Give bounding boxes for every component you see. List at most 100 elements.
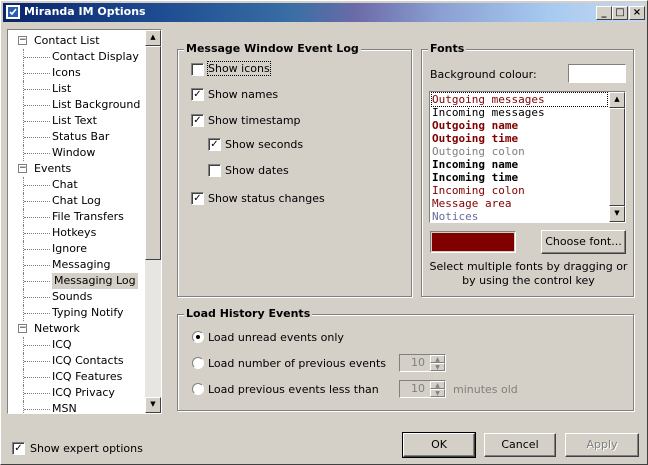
tree-item-chat[interactable]: Chat <box>52 177 78 193</box>
tree-item-ignore[interactable]: Ignore <box>52 241 87 257</box>
tree-item-events[interactable]: Events <box>34 161 71 177</box>
show-names-label[interactable]: Show names <box>208 88 278 101</box>
font-item-incoming-time[interactable]: Incoming time <box>432 171 518 184</box>
tree-connector-branch <box>24 153 50 154</box>
show-names-checkbox[interactable]: ✓ <box>191 88 204 101</box>
show-seconds-label[interactable]: Show seconds <box>225 138 303 151</box>
tree-item-list-text[interactable]: List Text <box>52 113 97 129</box>
ok-button[interactable]: OK <box>402 432 476 458</box>
tree-connector-branch <box>24 185 50 186</box>
tree-item-window[interactable]: Window <box>52 145 95 161</box>
minutes-spin-up-icon[interactable]: ▲ <box>430 381 445 389</box>
cancel-button[interactable]: Cancel <box>484 433 556 457</box>
apply-button[interactable]: Apply <box>565 433 639 457</box>
maximize-button[interactable]: □ <box>612 6 628 20</box>
tree-connector-branch <box>24 233 50 234</box>
tree-item-status-bar[interactable]: Status Bar <box>52 129 109 145</box>
font-item-message-area[interactable]: Message area <box>432 197 511 210</box>
tree-item-contact-display[interactable]: Contact Display <box>52 49 139 65</box>
tree-item-typing-notify[interactable]: Typing Notify <box>52 305 124 321</box>
show-status-changes-label[interactable]: Show status changes <box>208 192 325 205</box>
font-item-outgoing-messages[interactable]: Outgoing messages <box>431 92 608 107</box>
load-unread-radio[interactable] <box>192 331 204 343</box>
minutes-spinner[interactable]: 10 ▲ ▼ <box>399 380 446 398</box>
radio-selected-dot <box>196 335 200 339</box>
tree-item-icq-features[interactable]: ICQ Features <box>52 369 122 385</box>
scroll-up-arrow-icon[interactable]: ▲ <box>145 30 161 46</box>
tree-connector-branch <box>24 217 50 218</box>
font-scroll-down-arrow-icon[interactable]: ▼ <box>609 206 625 222</box>
fonts-title: Fonts <box>428 42 467 55</box>
tree-item-hotkeys[interactable]: Hotkeys <box>52 225 96 241</box>
tree-collapse-icon[interactable]: − <box>18 164 27 173</box>
show-timestamp-checkbox[interactable]: ✓ <box>191 114 204 127</box>
tree-item-file-transfers[interactable]: File Transfers <box>52 209 124 225</box>
tree-connector-branch <box>24 361 50 362</box>
tree-connector-branch <box>24 297 50 298</box>
tree-item-icq[interactable]: ICQ <box>52 337 72 353</box>
font-colour-swatch[interactable] <box>430 231 516 253</box>
minutes-spinner-arrows[interactable]: ▲ ▼ <box>430 381 445 397</box>
tree-connector-branch <box>24 377 50 378</box>
font-item-outgoing-name[interactable]: Outgoing name <box>432 119 518 132</box>
show-icons-checkbox[interactable] <box>191 63 204 76</box>
event-count-value: 10 <box>411 356 425 369</box>
load-unread-label[interactable]: Load unread events only <box>208 331 344 344</box>
tree-collapse-icon[interactable]: − <box>18 324 27 333</box>
spin-down-icon[interactable]: ▼ <box>430 363 445 371</box>
title-bar[interactable]: Miranda IM Options _ □ × <box>3 3 645 22</box>
show-status-changes-checkbox[interactable]: ✓ <box>191 192 204 205</box>
tree-connector-branch <box>24 121 50 122</box>
font-scroll-up-arrow-icon[interactable]: ▲ <box>609 92 625 108</box>
tree-item-list-background[interactable]: List Background <box>52 97 140 113</box>
font-item-outgoing-time[interactable]: Outgoing time <box>432 132 518 145</box>
font-item-notices[interactable]: Notices <box>432 210 478 222</box>
tree-item-messaging[interactable]: Messaging <box>52 257 110 273</box>
background-colour-button[interactable] <box>568 64 626 83</box>
options-window: Miranda IM Options _ □ × − Contact List Co… <box>0 0 648 465</box>
tree-item-icons[interactable]: Icons <box>52 65 81 81</box>
minimize-button[interactable]: _ <box>596 6 612 20</box>
load-number-radio[interactable] <box>192 357 204 369</box>
close-button[interactable]: × <box>629 6 645 20</box>
load-number-label[interactable]: Load number of previous events <box>208 357 386 370</box>
event-count-spinner[interactable]: 10 ▲ ▼ <box>399 354 446 372</box>
tree-item-list[interactable]: List <box>52 81 71 97</box>
scroll-thumb[interactable] <box>145 46 161 260</box>
tree-connector-branch <box>24 57 50 58</box>
tree-item-icq-privacy[interactable]: ICQ Privacy <box>52 385 115 401</box>
tree-collapse-icon[interactable]: − <box>18 36 27 45</box>
font-list-scrollbar[interactable]: ▲ ▼ <box>609 92 625 222</box>
font-item-incoming-name[interactable]: Incoming name <box>432 158 518 171</box>
tree-connector-branch <box>24 313 50 314</box>
show-expert-options-checkbox[interactable]: ✓ <box>12 442 25 455</box>
spinner-arrows[interactable]: ▲ ▼ <box>430 355 445 371</box>
show-seconds-checkbox[interactable]: ✓ <box>208 138 221 151</box>
tree-item-messaging-log[interactable]: Messaging Log <box>52 273 138 289</box>
show-expert-options-label[interactable]: Show expert options <box>30 442 143 455</box>
show-timestamp-label[interactable]: Show timestamp <box>208 114 301 127</box>
tree-item-msn[interactable]: MSN <box>52 401 77 413</box>
choose-font-button[interactable]: Choose font... <box>541 230 626 254</box>
font-scroll-thumb[interactable] <box>609 108 625 206</box>
tree-item-sounds[interactable]: Sounds <box>52 289 92 305</box>
spin-up-icon[interactable]: ▲ <box>430 355 445 363</box>
show-dates-label[interactable]: Show dates <box>225 164 289 177</box>
scroll-down-arrow-icon[interactable]: ▼ <box>145 397 161 413</box>
fonts-hint: Select multiple fonts by dragging or by … <box>429 260 628 287</box>
font-item-incoming-messages[interactable]: Incoming messages <box>432 106 545 119</box>
minutes-spin-down-icon[interactable]: ▼ <box>430 389 445 397</box>
options-tree[interactable]: − Contact List Contact Display Icons List Lis… <box>7 29 162 414</box>
font-item-outgoing-colon[interactable]: Outgoing colon <box>432 145 525 158</box>
tree-item-contact-list[interactable]: Contact List <box>34 33 100 49</box>
tree-item-chat-log[interactable]: Chat Log <box>52 193 101 209</box>
load-time-label[interactable]: Load previous events less than <box>208 383 379 396</box>
load-time-radio[interactable] <box>192 383 204 395</box>
tree-scrollbar[interactable]: ▲ ▼ <box>145 30 161 413</box>
show-icons-label[interactable]: Show icons <box>207 61 271 76</box>
tree-item-icq-contacts[interactable]: ICQ Contacts <box>52 353 124 369</box>
font-list[interactable]: Outgoing messages Incoming messages Outgoi… <box>429 91 626 223</box>
font-item-incoming-colon[interactable]: Incoming colon <box>432 184 525 197</box>
show-dates-checkbox[interactable] <box>208 164 221 177</box>
tree-item-network[interactable]: Network <box>34 321 80 337</box>
